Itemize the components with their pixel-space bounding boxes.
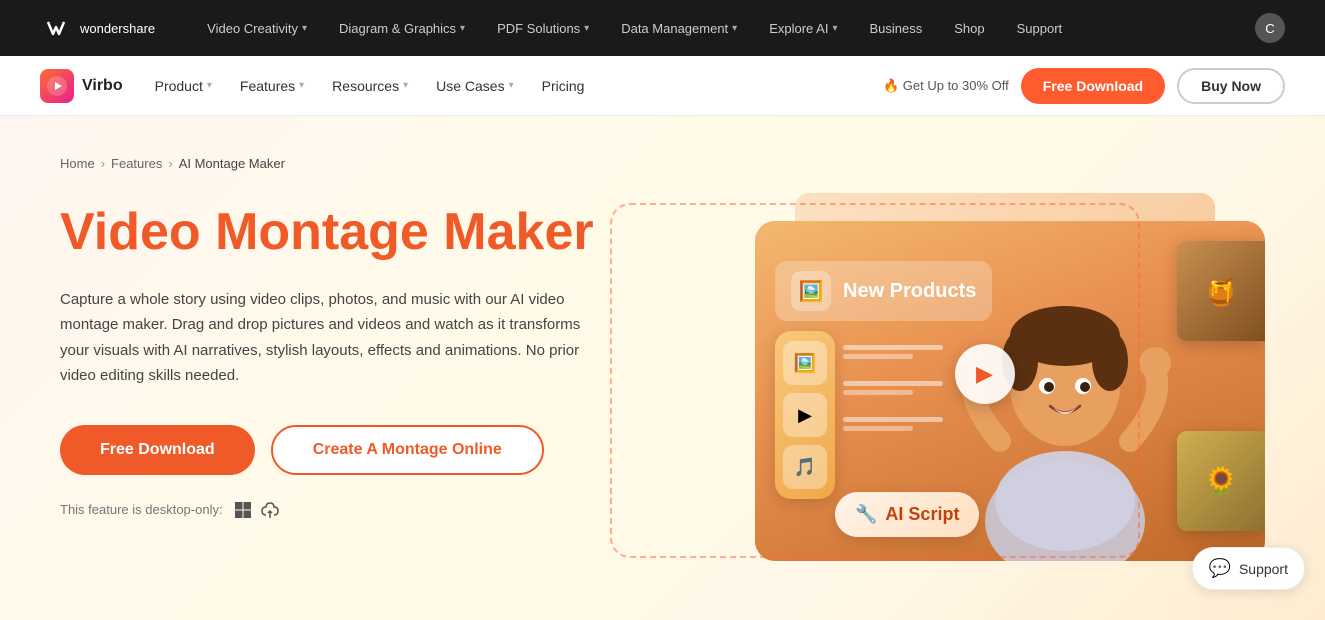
hero-free-download-button[interactable]: Free Download bbox=[60, 425, 255, 475]
sub-nav: Virbo Product ▾ Features ▾ Resources ▾ U… bbox=[0, 56, 1325, 116]
new-products-icon: 🖼️ bbox=[791, 271, 831, 311]
side-thumbnail-top: 🍯 bbox=[1177, 241, 1265, 341]
chevron-down-icon: ▾ bbox=[299, 80, 304, 91]
chevron-down-icon: ▾ bbox=[207, 80, 212, 91]
panel-music-icon: 🎵 bbox=[783, 445, 827, 489]
top-nav-business[interactable]: Business bbox=[869, 21, 922, 36]
brand-logo[interactable]: wondershare bbox=[40, 12, 155, 44]
side-thumbnail-bottom: 🌻 bbox=[1177, 431, 1265, 531]
breadcrumb-sep-2: › bbox=[168, 156, 172, 171]
free-download-button[interactable]: Free Download bbox=[1021, 68, 1165, 104]
ai-script-badge: 🔧 AI Script bbox=[835, 492, 979, 537]
chevron-down-icon: ▾ bbox=[584, 23, 589, 34]
desktop-note-text: This feature is desktop-only: bbox=[60, 502, 223, 517]
top-nav-data-management[interactable]: Data Management ▾ bbox=[621, 21, 737, 36]
support-label: Support bbox=[1239, 561, 1288, 577]
ai-script-icon: 🔧 bbox=[855, 504, 877, 525]
ai-script-label: AI Script bbox=[885, 504, 959, 525]
top-nav-explore-ai[interactable]: Explore AI ▾ bbox=[769, 21, 837, 36]
breadcrumb-sep-1: › bbox=[101, 156, 105, 171]
windows-icon bbox=[233, 500, 253, 520]
chevron-down-icon: ▾ bbox=[732, 23, 737, 34]
support-button[interactable]: 💬 Support bbox=[1192, 547, 1305, 590]
promo-badge: 🔥 Get Up to 30% Off bbox=[883, 78, 1009, 94]
hero-title: Video Montage Maker bbox=[60, 203, 600, 263]
virbo-logo-icon bbox=[40, 69, 74, 103]
sub-nav-features[interactable]: Features ▾ bbox=[228, 56, 316, 115]
breadcrumb-home[interactable]: Home bbox=[60, 156, 95, 171]
virbo-label: Virbo bbox=[82, 77, 123, 95]
sub-nav-product[interactable]: Product ▾ bbox=[143, 56, 224, 115]
chevron-down-icon: ▾ bbox=[460, 23, 465, 34]
breadcrumb-features[interactable]: Features bbox=[111, 156, 162, 171]
main-illustration-card: ▶ 🖼️ New Products 🖼️ ▶ 🎵 bbox=[755, 221, 1265, 561]
top-nav-video-creativity[interactable]: Video Creativity ▾ bbox=[207, 21, 307, 36]
buy-now-button[interactable]: Buy Now bbox=[1177, 68, 1285, 104]
panel-image-icon: 🖼️ bbox=[783, 341, 827, 385]
hero-description: Capture a whole story using video clips,… bbox=[60, 287, 600, 389]
hero-illustration: ▶ 🖼️ New Products 🖼️ ▶ 🎵 bbox=[640, 193, 1265, 573]
new-products-badge: 🖼️ New Products bbox=[775, 261, 992, 321]
breadcrumb-current: AI Montage Maker bbox=[179, 156, 285, 171]
panel-play-icon: ▶ bbox=[783, 393, 827, 437]
sub-nav-pricing[interactable]: Pricing bbox=[530, 56, 597, 115]
play-button[interactable]: ▶ bbox=[955, 344, 1015, 404]
top-nav-diagram-graphics[interactable]: Diagram & Graphics ▾ bbox=[339, 21, 465, 36]
chevron-down-icon: ▾ bbox=[509, 80, 514, 91]
top-nav-support[interactable]: Support bbox=[1017, 21, 1063, 36]
cloud-upload-icon bbox=[261, 499, 283, 521]
top-nav-pdf-solutions[interactable]: PDF Solutions ▾ bbox=[497, 21, 589, 36]
top-nav-shop[interactable]: Shop bbox=[954, 21, 984, 36]
top-nav: wondershare Video Creativity ▾ Diagram &… bbox=[0, 0, 1325, 56]
new-products-label: New Products bbox=[843, 280, 976, 303]
chevron-down-icon: ▾ bbox=[302, 23, 307, 34]
sub-nav-resources[interactable]: Resources ▾ bbox=[320, 56, 420, 115]
user-avatar[interactable]: C bbox=[1255, 13, 1285, 43]
breadcrumb: Home › Features › AI Montage Maker bbox=[60, 156, 1265, 171]
sub-nav-use-cases[interactable]: Use Cases ▾ bbox=[424, 56, 526, 115]
brand-name: wondershare bbox=[80, 21, 155, 36]
chevron-down-icon: ▾ bbox=[832, 23, 837, 34]
virbo-brand[interactable]: Virbo bbox=[40, 69, 123, 103]
hero-create-online-button[interactable]: Create A Montage Online bbox=[271, 425, 544, 475]
panel-lines bbox=[843, 339, 943, 431]
icon-panel: 🖼️ ▶ 🎵 bbox=[775, 331, 835, 499]
support-icon: 💬 bbox=[1209, 558, 1231, 579]
hero-section: Home › Features › AI Montage Maker Video… bbox=[0, 116, 1325, 620]
chevron-down-icon: ▾ bbox=[403, 80, 408, 91]
